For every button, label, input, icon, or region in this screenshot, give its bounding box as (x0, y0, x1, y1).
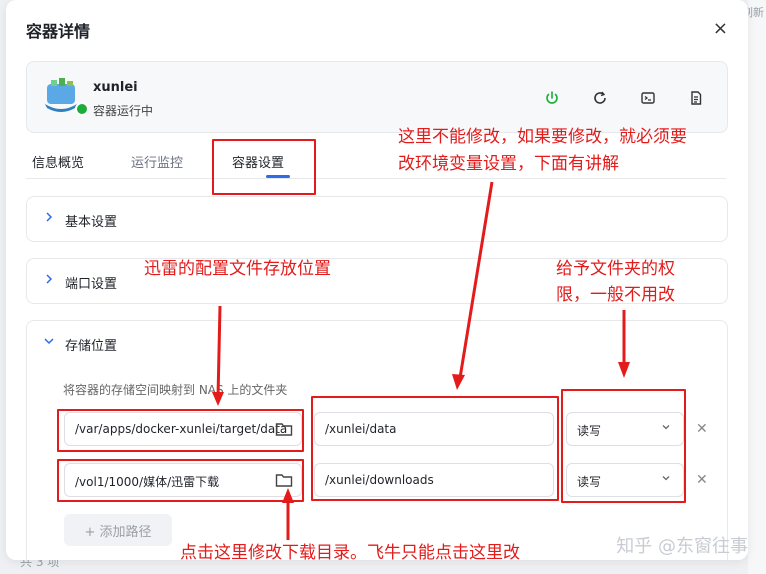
watermark: 知乎 @东窗往事 (616, 536, 748, 557)
arrow-head-container (452, 374, 465, 390)
arrow-container-note (458, 181, 494, 379)
annotation-permission-line2: 限，一般不用改 (556, 285, 675, 305)
arrow-head-permission (618, 362, 630, 378)
annotation-download-note: 点击这里修改下载目录。飞牛只能点击这里改 (180, 543, 520, 563)
arrow-config-note (216, 305, 222, 399)
arrow-head-bottom (282, 488, 294, 503)
annotation-permission-line1: 给予文件夹的权 (556, 259, 675, 279)
arrow-head-config (212, 392, 224, 406)
annotation-config-note: 迅雷的配置文件存放位置 (144, 259, 331, 279)
annotation-env-note-line1: 这里不能修改，如果要修改，就必须要 (398, 127, 687, 147)
annotation-env-note-line2: 改环境变量设置，下面有讲解 (398, 154, 619, 174)
